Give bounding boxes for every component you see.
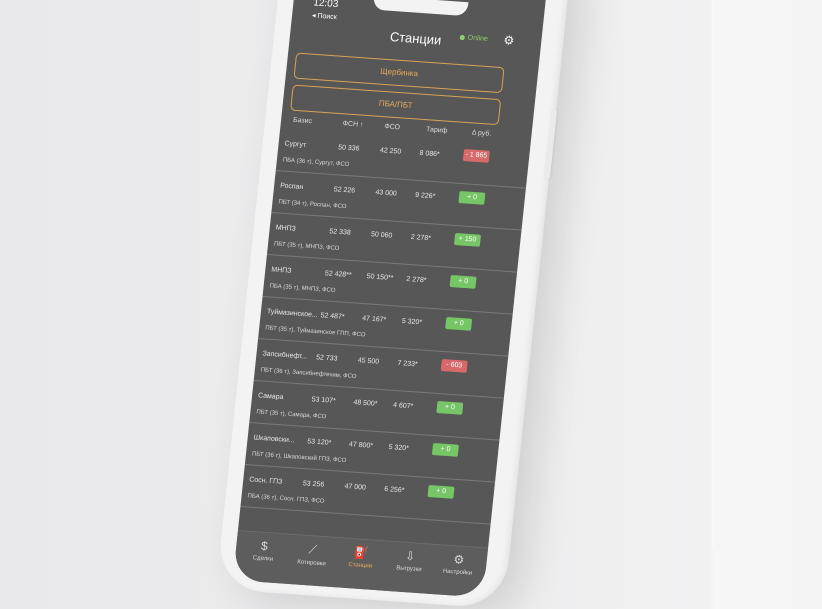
row-fsn: 53 107*: [311, 396, 337, 405]
fuel-icon: ⛽: [353, 545, 370, 561]
row-tariff: 8 086*: [419, 149, 441, 159]
row-fsn: 52 226: [333, 186, 356, 195]
delta-badge: + 0: [445, 317, 473, 331]
tab-label: Выгрузки: [395, 565, 422, 574]
row-tariff: 2 278*: [405, 275, 427, 285]
row-tariff: 6 256*: [383, 485, 405, 495]
row-name: Шкаповски...: [253, 434, 295, 445]
row-name: Сосн. ГПЗ: [248, 476, 283, 486]
tab-label: Котировки: [296, 559, 327, 568]
row-name: Роспан: [279, 182, 304, 192]
online-label: Online: [467, 34, 489, 43]
tab-2[interactable]: ⛽ Станции: [336, 544, 386, 570]
wall-edge: [712, 0, 714, 550]
row-tariff: 5 320*: [388, 443, 410, 453]
status-time: 12:03: [312, 0, 339, 11]
row-fsn: 50 336: [337, 144, 360, 153]
row-name: Сургут: [284, 140, 307, 149]
settings-icon: ⚙: [452, 552, 465, 568]
col-tariff[interactable]: Тариф: [426, 126, 448, 134]
row-name: МНПЗ: [270, 266, 292, 275]
delta-badge: + 0: [436, 401, 464, 415]
row-tariff: 2 278*: [410, 233, 432, 243]
row-subtitle: ПБТ (35 т), Самара, ФСО: [256, 409, 327, 421]
col-fso[interactable]: ФСО: [384, 123, 400, 131]
row-fso: 47 167*: [361, 315, 387, 324]
tab-label: Настройки: [442, 568, 473, 577]
row-subtitle: ПБА (35 т), МНПЗ, ФСО: [269, 283, 336, 295]
row-fsn: 52 428**: [324, 270, 352, 280]
row-fso: 47 000: [344, 483, 367, 492]
row-fso: 50 060: [370, 231, 393, 240]
notch: [372, 0, 469, 17]
row-tariff: 4 607*: [392, 401, 414, 411]
tab-3[interactable]: ⇩ Выгрузки: [385, 548, 435, 574]
row-subtitle: ПБТ (36 т), Шкаповский ГПЗ, ФСО: [251, 451, 347, 465]
col-delta[interactable]: Δ руб.: [471, 129, 491, 137]
row-fso: 47 800*: [348, 441, 374, 450]
tab-4[interactable]: ⚙ Настройки: [433, 551, 483, 577]
row-subtitle: ПБА (36 т), Сургут, ФСО: [282, 157, 350, 169]
delta-badge: + 0: [431, 443, 459, 457]
delta-badge: + 0: [427, 485, 455, 499]
row-fso: 42 250: [379, 147, 402, 156]
row-fso: 45 500: [357, 357, 380, 366]
delta-badge: + 150: [453, 233, 482, 247]
phone-mockup: 12:03 ◂ Поиск Станции Online ⚙ Щербинка …: [215, 0, 574, 609]
delta-badge: + 0: [449, 275, 477, 289]
row-subtitle: ПБТ (35 т), Туймазинское ГПП, ФСО: [264, 325, 366, 339]
delta-badge: - 1 865: [462, 149, 490, 163]
gear-icon[interactable]: ⚙: [503, 33, 515, 48]
tab-0[interactable]: $ Сделки: [239, 537, 289, 563]
deals-icon: $: [260, 538, 269, 554]
row-name: Туймазинское...: [266, 308, 319, 319]
row-tariff: 5 320*: [401, 317, 423, 327]
tab-1[interactable]: ⟋ Котировки: [287, 541, 337, 568]
row-fsn: 53 120*: [306, 438, 332, 447]
back-link[interactable]: ◂ Поиск: [312, 11, 338, 21]
row-fsn: 52 733: [315, 354, 338, 363]
row-fsn: 53 256: [302, 480, 325, 489]
row-subtitle: ПБТ (34 т), Роспан, ФСО: [278, 199, 347, 211]
delta-badge: - 603: [440, 359, 468, 373]
row-name: МНПЗ: [275, 224, 297, 233]
row-fsn: 52 487*: [320, 312, 345, 321]
row-name: Самара: [257, 392, 284, 402]
col-basis[interactable]: Базис: [293, 117, 313, 125]
row-subtitle: ПБА (36 т), Сосн. ГПЗ, ФСО: [247, 493, 325, 505]
row-subtitle: ПБТ (36 т), Запсибнефтехим, ФСО: [260, 367, 357, 381]
row-fso: 48 500*: [353, 399, 378, 408]
row-fso: 43 000: [375, 189, 398, 198]
row-fsn: 52 338: [328, 228, 351, 237]
row-subtitle: ПБТ (35 т), МНПЗ, ФСО: [273, 241, 340, 253]
col-fsn[interactable]: ФСН ↑: [342, 120, 363, 128]
tab-label: Сделки: [252, 555, 274, 563]
row-fso: 50 150**: [366, 273, 394, 283]
delta-badge: + 0: [458, 191, 486, 205]
row-tariff: 9 226*: [414, 191, 436, 201]
row-tariff: 7 233*: [397, 359, 418, 369]
online-dot-icon: [459, 34, 466, 40]
row-name: Запсибнефт...: [262, 350, 308, 361]
unload-icon: ⇩: [404, 548, 416, 564]
tab-label: Станции: [348, 561, 373, 570]
